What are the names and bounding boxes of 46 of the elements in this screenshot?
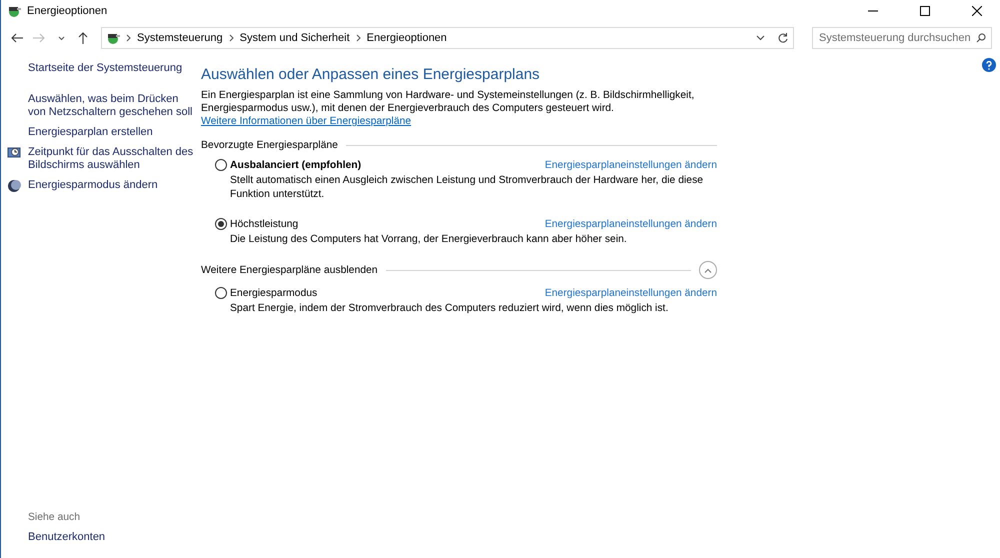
breadcrumb-item[interactable]: Systemsteuerung <box>137 32 223 44</box>
monitor-clock-icon <box>7 146 21 160</box>
plan-name: Energiesparmodus <box>230 288 318 298</box>
radio-button[interactable] <box>215 287 227 299</box>
moon-icon <box>7 179 21 193</box>
refresh-icon[interactable] <box>777 32 789 44</box>
close-icon <box>972 6 982 16</box>
group-heading: Weitere Energiesparpläne ausblenden <box>201 264 378 276</box>
collapse-button[interactable] <box>699 261 717 279</box>
plan-settings-link[interactable]: Energiesparplaneinstellungen ändern <box>544 160 717 170</box>
power-plug-icon <box>106 31 120 45</box>
search-field[interactable]: Systemsteuerung durchsuchen <box>812 27 992 49</box>
sidebar-link[interactable]: Startseite der Systemsteuerung <box>28 62 197 75</box>
chevron-right-icon <box>126 34 131 42</box>
radio-button[interactable] <box>215 218 227 230</box>
plan-settings-link[interactable]: Energiesparplaneinstellungen ändern <box>544 218 717 230</box>
caret-icon <box>58 36 64 40</box>
page-heading: Auswählen oder Anpassen eines Energiesparplans <box>201 66 541 83</box>
window-title: Energieoptionen <box>27 5 108 17</box>
sidebar-link[interactable]: Zeitpunkt für das Ausschalten des Bildschirms auswählen <box>28 146 197 172</box>
plan-name: Ausbalanciert (empfohlen) <box>230 160 362 170</box>
page-description: Ein Energiesparplan ist eine Sammlung von Hardware- und Systemeinstellungen (z. B. Bildschirmhelligkeit, Energiesparmodus usw.), mit denen der Energieverbrauch des Computers gesteuert wird. Weitere Informationen über Energiesparpläne <box>201 89 696 128</box>
sidebar-link[interactable]: Energiesparplan erstellen <box>28 126 197 139</box>
chevron-right-icon <box>356 34 361 42</box>
plan-name: Höchstleistung <box>230 218 300 230</box>
power-plug-icon <box>7 4 21 18</box>
more-info-link[interactable]: Weitere Informationen über Energiesparpläne <box>201 116 412 127</box>
chevron-up-icon <box>704 268 712 272</box>
plan-description: Die Leistung des Computers hat Vorrang, der Energieverbrauch kann aber höher sein. <box>229 233 628 247</box>
dropdown-icon[interactable] <box>756 35 765 41</box>
plan-settings-link[interactable]: Energiesparplaneinstellungen ändern <box>544 288 717 298</box>
plan-description: Stellt automatisch einen Ausgleich zwischen Leistung und Stromverbrauch der Hardware her, die diese Funktion unterstützt. <box>229 174 704 202</box>
breadcrumb-item[interactable]: System und Sicherheit <box>240 32 350 44</box>
sidebar-link[interactable]: Benutzerkonten <box>28 531 198 544</box>
help-icon[interactable] <box>982 58 996 72</box>
see-also-heading: Siehe auch <box>28 512 81 523</box>
chevron-right-icon <box>228 34 234 42</box>
address-bar[interactable]: Systemsteuerung System und Sicherheit Energieoptionen <box>101 27 794 49</box>
plan-description: Spart Energie, indem der Stromverbrauch des Computers reduziert wird, wenn dies möglich ist. <box>229 302 670 316</box>
search-icon <box>976 33 986 43</box>
sidebar-link[interactable]: Energiesparmodus ändern <box>28 179 197 193</box>
breadcrumb-item[interactable]: Energieoptionen <box>366 32 447 44</box>
group-heading: Bevorzugte Energiesparpläne <box>201 140 338 151</box>
sidebar-link[interactable]: Auswählen, was beim Drücken von Netzschaltern geschehen soll <box>28 93 197 119</box>
radio-button[interactable] <box>215 159 227 171</box>
maximize-icon <box>920 6 930 16</box>
